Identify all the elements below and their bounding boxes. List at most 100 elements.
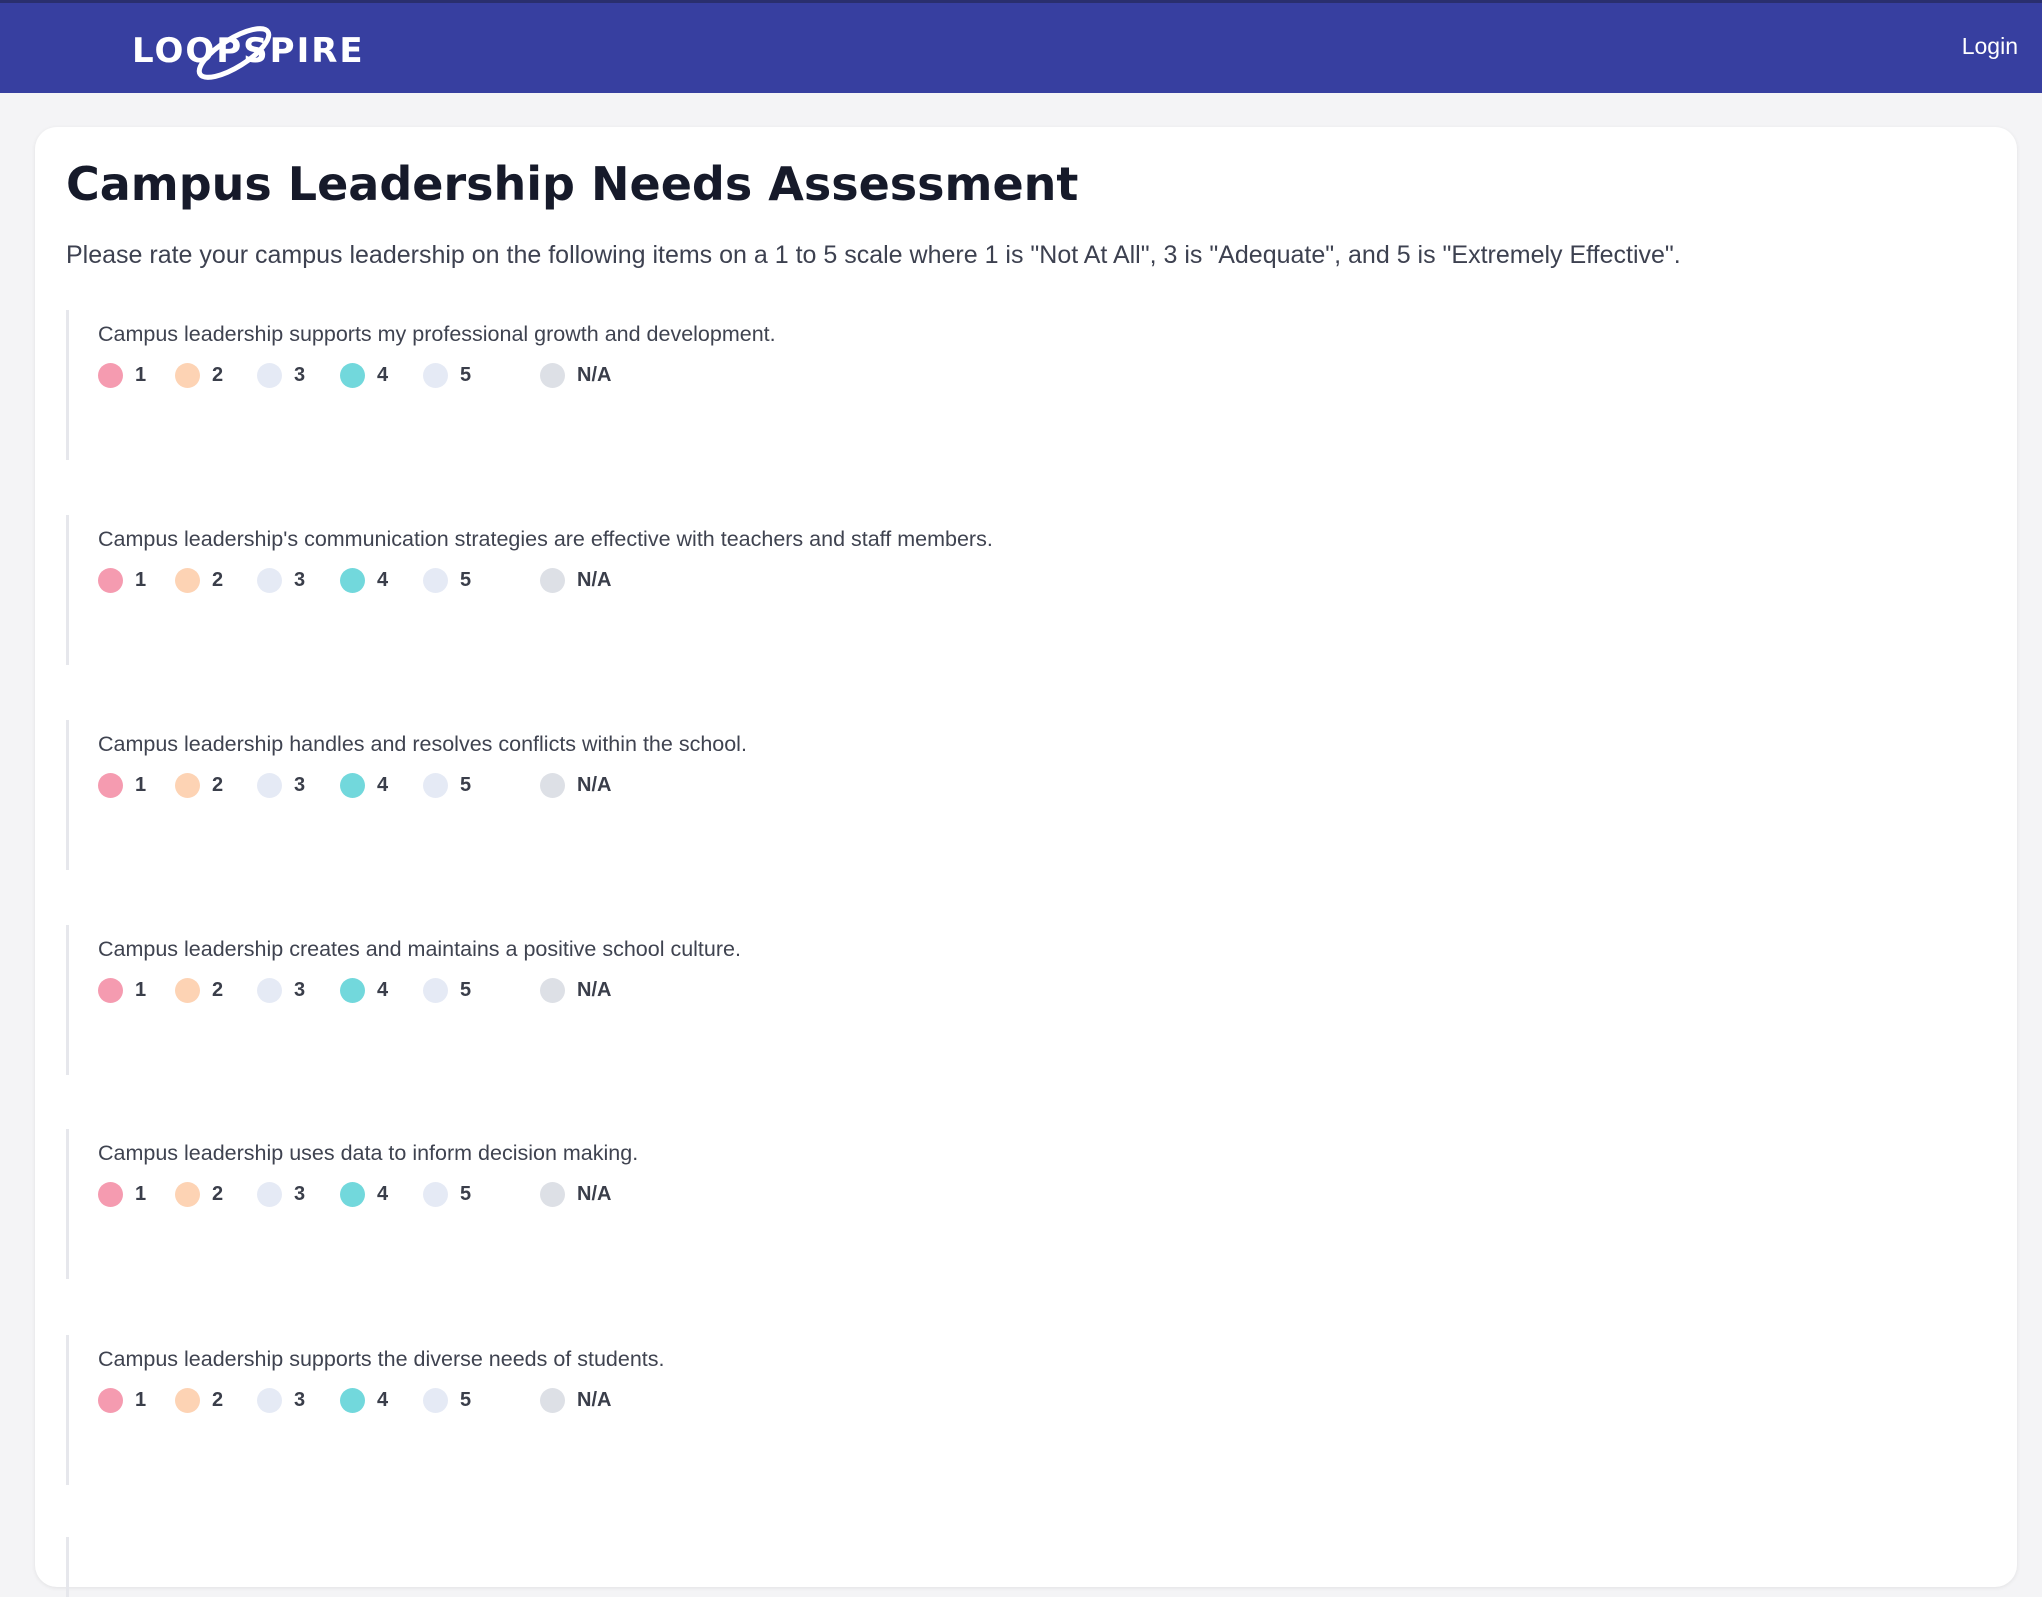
radio-dot-na[interactable] xyxy=(540,1181,565,1207)
rating-option-3[interactable]: 3 xyxy=(257,1383,305,1417)
rating-label: 3 xyxy=(294,1182,306,1205)
question-item: Campus leadership handles and resolves c… xyxy=(66,720,1266,870)
rating-label: N/A xyxy=(577,363,612,386)
rating-label: 1 xyxy=(135,363,147,386)
radio-dot-4[interactable] xyxy=(340,362,365,388)
assessment-card: Campus Leadership Needs Assessment Pleas… xyxy=(35,127,2017,1597)
rating-option-na[interactable]: N/A xyxy=(540,1177,611,1211)
rating-label: 5 xyxy=(460,978,472,1001)
login-link[interactable]: Login xyxy=(1962,33,2018,60)
radio-dot-1[interactable] xyxy=(98,567,123,593)
radio-dot-3[interactable] xyxy=(257,1387,282,1413)
question-text: Campus leadership handles and resolves c… xyxy=(98,732,747,756)
radio-dot-1[interactable] xyxy=(98,362,123,388)
rating-label: 4 xyxy=(377,568,389,591)
radio-dot-1[interactable] xyxy=(98,1387,123,1413)
question-item: Campus leadership uses data to inform de… xyxy=(66,1129,1266,1279)
question-item: Campus leadership creates and maintains … xyxy=(66,925,1266,1075)
rating-option-1[interactable]: 1 xyxy=(98,1383,146,1417)
rating-option-1[interactable]: 1 xyxy=(98,1177,146,1211)
rating-option-4[interactable]: 4 xyxy=(340,1177,388,1211)
rating-label: 5 xyxy=(460,1388,472,1411)
rating-option-3[interactable]: 3 xyxy=(257,358,305,392)
loopspire-logo[interactable]: LOOPSPIRE xyxy=(132,19,382,83)
rating-options: 1 2 3 4 5 N/A xyxy=(98,358,698,392)
radio-dot-5[interactable] xyxy=(423,977,448,1003)
question-item xyxy=(66,1537,1266,1597)
rating-option-2[interactable]: 2 xyxy=(175,1177,223,1211)
rating-option-5[interactable]: 5 xyxy=(423,1383,471,1417)
rating-option-1[interactable]: 1 xyxy=(98,563,146,597)
rating-label: 3 xyxy=(294,773,306,796)
rating-label: 5 xyxy=(460,773,472,796)
rating-option-2[interactable]: 2 xyxy=(175,768,223,802)
rating-option-na[interactable]: N/A xyxy=(540,563,611,597)
rating-option-5[interactable]: 5 xyxy=(423,358,471,392)
rating-option-3[interactable]: 3 xyxy=(257,768,305,802)
rating-option-4[interactable]: 4 xyxy=(340,358,388,392)
rating-option-5[interactable]: 5 xyxy=(423,768,471,802)
radio-dot-na[interactable] xyxy=(540,772,565,798)
rating-option-5[interactable]: 5 xyxy=(423,973,471,1007)
rating-option-na[interactable]: N/A xyxy=(540,768,611,802)
rating-option-2[interactable]: 2 xyxy=(175,358,223,392)
radio-dot-4[interactable] xyxy=(340,567,365,593)
rating-option-na[interactable]: N/A xyxy=(540,358,611,392)
rating-option-2[interactable]: 2 xyxy=(175,1383,223,1417)
radio-dot-5[interactable] xyxy=(423,567,448,593)
rating-label: N/A xyxy=(577,1182,612,1205)
radio-dot-4[interactable] xyxy=(340,1181,365,1207)
rating-label: 1 xyxy=(135,568,147,591)
rating-label: 4 xyxy=(377,1388,389,1411)
radio-dot-1[interactable] xyxy=(98,772,123,798)
radio-dot-4[interactable] xyxy=(340,977,365,1003)
radio-dot-na[interactable] xyxy=(540,567,565,593)
rating-option-4[interactable]: 4 xyxy=(340,563,388,597)
rating-label: 5 xyxy=(460,568,472,591)
rating-option-4[interactable]: 4 xyxy=(340,768,388,802)
rating-option-5[interactable]: 5 xyxy=(423,563,471,597)
radio-dot-3[interactable] xyxy=(257,362,282,388)
radio-dot-2[interactable] xyxy=(175,772,200,798)
radio-dot-na[interactable] xyxy=(540,977,565,1003)
radio-dot-4[interactable] xyxy=(340,1387,365,1413)
radio-dot-2[interactable] xyxy=(175,567,200,593)
rating-label: 2 xyxy=(212,1182,224,1205)
rating-label: 2 xyxy=(212,1388,224,1411)
rating-option-1[interactable]: 1 xyxy=(98,973,146,1007)
radio-dot-5[interactable] xyxy=(423,1181,448,1207)
rating-option-3[interactable]: 3 xyxy=(257,1177,305,1211)
radio-dot-5[interactable] xyxy=(423,362,448,388)
rating-label: 2 xyxy=(212,773,224,796)
radio-dot-3[interactable] xyxy=(257,772,282,798)
radio-dot-3[interactable] xyxy=(257,977,282,1003)
question-text: Campus leadership creates and maintains … xyxy=(98,937,741,961)
rating-option-3[interactable]: 3 xyxy=(257,563,305,597)
radio-dot-2[interactable] xyxy=(175,1181,200,1207)
radio-dot-3[interactable] xyxy=(257,567,282,593)
radio-dot-2[interactable] xyxy=(175,977,200,1003)
radio-dot-1[interactable] xyxy=(98,977,123,1003)
rating-option-1[interactable]: 1 xyxy=(98,358,146,392)
rating-option-na[interactable]: N/A xyxy=(540,1383,611,1417)
rating-option-4[interactable]: 4 xyxy=(340,973,388,1007)
radio-dot-na[interactable] xyxy=(540,362,565,388)
question-item: Campus leadership supports the diverse n… xyxy=(66,1335,1266,1485)
rating-option-5[interactable]: 5 xyxy=(423,1177,471,1211)
radio-dot-3[interactable] xyxy=(257,1181,282,1207)
rating-option-3[interactable]: 3 xyxy=(257,973,305,1007)
radio-dot-2[interactable] xyxy=(175,362,200,388)
radio-dot-na[interactable] xyxy=(540,1387,565,1413)
rating-option-1[interactable]: 1 xyxy=(98,768,146,802)
rating-option-4[interactable]: 4 xyxy=(340,1383,388,1417)
rating-option-2[interactable]: 2 xyxy=(175,973,223,1007)
rating-label: 1 xyxy=(135,978,147,1001)
rating-option-2[interactable]: 2 xyxy=(175,563,223,597)
radio-dot-4[interactable] xyxy=(340,772,365,798)
rating-option-na[interactable]: N/A xyxy=(540,973,611,1007)
radio-dot-2[interactable] xyxy=(175,1387,200,1413)
rating-label: N/A xyxy=(577,568,612,591)
radio-dot-5[interactable] xyxy=(423,772,448,798)
radio-dot-5[interactable] xyxy=(423,1387,448,1413)
radio-dot-1[interactable] xyxy=(98,1181,123,1207)
